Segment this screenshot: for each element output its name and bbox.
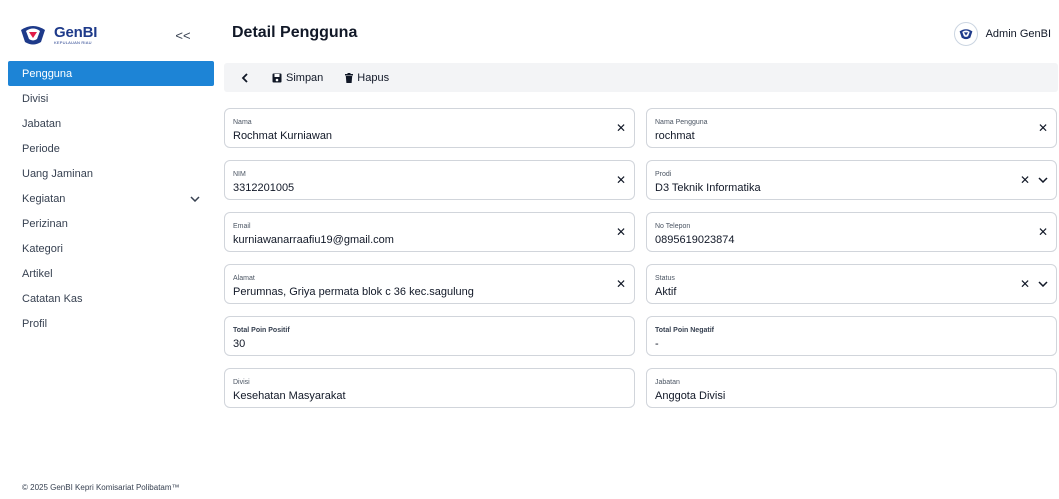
field-value: Rochmat Kurniawan <box>233 130 333 142</box>
sidebar-item-catatan-kas[interactable]: Catatan Kas <box>8 286 214 311</box>
chevron-down-icon[interactable] <box>1038 281 1048 287</box>
field-label: NIM <box>233 171 246 178</box>
brand-logo[interactable]: GenBI KEPULAUAN RIAU <box>18 20 97 50</box>
nama-pengguna-field[interactable]: Nama Pengguna rochmat ✕ <box>646 108 1057 148</box>
avatar <box>953 22 978 46</box>
field-value: 0895619023874 <box>655 234 735 246</box>
footer-copyright: © 2025 GenBI Kepri Komisariat Polibatam™ <box>22 483 180 492</box>
field-label: Prodi <box>655 171 672 178</box>
field-label: Total Poin Positif <box>233 327 290 334</box>
field-label: Divisi <box>233 379 250 386</box>
field-value: Perumnas, Griya permata blok c 36 kec.sa… <box>233 286 474 298</box>
field-value: 30 <box>233 338 246 350</box>
sidebar-item-kegiatan[interactable]: Kegiatan <box>8 186 214 211</box>
nim-field[interactable]: NIM 3312201005 ✕ <box>224 160 635 200</box>
collapse-sidebar-button[interactable]: << <box>172 24 194 46</box>
genbi-logo-icon <box>959 29 972 40</box>
field-label: Email <box>233 223 251 230</box>
user-name: Admin GenBI <box>985 28 1051 40</box>
sidebar-item-label: Artikel <box>22 267 53 280</box>
back-button[interactable] <box>234 67 256 89</box>
page-title: Detail Pengguna <box>232 24 358 41</box>
total-poin-negatif-field: Total Poin Negatif - <box>646 316 1057 356</box>
email-field[interactable]: Email kurniawanarraafiu19@gmail.com ✕ <box>224 212 635 252</box>
save-button[interactable]: Simpan <box>266 67 329 89</box>
sidebar-menu: Pengguna Divisi Jabatan Periode Uang Jam… <box>8 61 214 336</box>
trash-icon <box>345 72 354 83</box>
field-label: Total Poin Negatif <box>655 327 714 334</box>
chevron-down-icon[interactable] <box>1038 177 1048 183</box>
field-label: Nama <box>233 119 252 126</box>
close-icon[interactable]: ✕ <box>1020 278 1030 290</box>
close-icon[interactable]: ✕ <box>1020 174 1030 186</box>
genbi-logo-icon <box>21 26 45 45</box>
brand-name: GenBI <box>54 24 98 41</box>
sidebar-item-label: Periode <box>22 142 60 155</box>
field-label: Status <box>655 275 675 282</box>
sidebar-item-periode[interactable]: Periode <box>8 136 214 161</box>
close-icon[interactable]: ✕ <box>1038 122 1048 134</box>
brand-subtitle: KEPULAUAN RIAU <box>54 40 92 45</box>
field-label: Jabatan <box>655 379 680 386</box>
close-icon[interactable]: ✕ <box>1038 226 1048 238</box>
chevron-left-icon <box>241 72 248 83</box>
no-telepon-field[interactable]: No Telepon 0895619023874 ✕ <box>646 212 1057 252</box>
field-label: Alamat <box>233 275 255 282</box>
sidebar-item-label: Pengguna <box>22 67 73 80</box>
divisi-field: Divisi Kesehatan Masyarakat <box>224 368 635 408</box>
total-poin-positif-field: Total Poin Positif 30 <box>224 316 635 356</box>
sidebar-item-divisi[interactable]: Divisi <box>8 86 214 111</box>
alamat-field[interactable]: Alamat Perumnas, Griya permata blok c 36… <box>224 264 635 304</box>
field-value: D3 Teknik Informatika <box>655 182 761 194</box>
field-value: Anggota Divisi <box>655 390 726 402</box>
field-value: kurniawanarraafiu19@gmail.com <box>233 234 394 246</box>
sidebar-item-label: Kategori <box>22 242 63 255</box>
sidebar-item-uang-jaminan[interactable]: Uang Jaminan <box>8 161 214 186</box>
sidebar-item-label: Jabatan <box>22 117 62 130</box>
save-icon <box>272 73 282 82</box>
close-icon[interactable]: ✕ <box>616 174 626 186</box>
field-value: 3312201005 <box>233 182 295 194</box>
field-value: rochmat <box>655 130 695 142</box>
close-icon[interactable]: ✕ <box>616 278 626 290</box>
field-label: No Telepon <box>655 223 691 230</box>
sidebar: GenBI KEPULAUAN RIAU << Pengguna Divisi … <box>0 0 214 499</box>
prodi-select[interactable]: Prodi D3 Teknik Informatika ✕ <box>646 160 1057 200</box>
delete-button[interactable]: Hapus <box>339 67 395 89</box>
jabatan-field: Jabatan Anggota Divisi <box>646 368 1057 408</box>
sidebar-item-label: Profil <box>22 317 48 330</box>
field-value: Kesehatan Masyarakat <box>233 390 346 402</box>
save-label: Simpan <box>286 71 324 84</box>
field-value: - <box>655 338 659 350</box>
chevron-down-icon <box>190 195 200 202</box>
sidebar-item-perizinan[interactable]: Perizinan <box>8 211 214 236</box>
close-icon[interactable]: ✕ <box>616 226 626 238</box>
user-menu[interactable]: Admin GenBI <box>953 22 1051 46</box>
close-icon[interactable]: ✕ <box>616 122 626 134</box>
field-value: Aktif <box>655 286 677 298</box>
sidebar-item-kategori[interactable]: Kategori <box>8 236 214 261</box>
sidebar-item-label: Uang Jaminan <box>22 167 93 180</box>
toolbar: Simpan Hapus <box>224 63 1058 92</box>
delete-label: Hapus <box>357 71 390 84</box>
sidebar-item-profil[interactable]: Profil <box>8 311 214 336</box>
sidebar-item-pengguna[interactable]: Pengguna <box>8 61 214 86</box>
sidebar-item-label: Perizinan <box>22 217 68 230</box>
sidebar-item-label: Divisi <box>22 92 49 105</box>
field-label: Nama Pengguna <box>655 119 708 126</box>
app: GenBI KEPULAUAN RIAU << Pengguna Divisi … <box>0 0 1059 499</box>
sidebar-item-label: Catatan Kas <box>22 292 83 305</box>
nama-field[interactable]: Nama Rochmat Kurniawan ✕ <box>224 108 635 148</box>
sidebar-item-artikel[interactable]: Artikel <box>8 261 214 286</box>
sidebar-item-jabatan[interactable]: Jabatan <box>8 111 214 136</box>
sidebar-item-label: Kegiatan <box>22 192 66 205</box>
status-select[interactable]: Status Aktif ✕ <box>646 264 1057 304</box>
